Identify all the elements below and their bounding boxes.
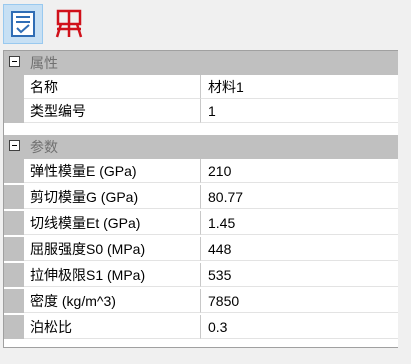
property-row[interactable]: 剪切模量G (GPa) 80.77 — [4, 185, 399, 209]
category-label: 属性 — [30, 55, 58, 71]
property-value[interactable]: 1.45 — [201, 211, 399, 235]
property-row[interactable]: 泊松比 0.3 — [4, 315, 399, 339]
property-row[interactable]: 切线模量Et (GPa) 1.45 — [4, 211, 399, 235]
collapse-icon[interactable] — [9, 140, 20, 151]
property-grid: 属性 名称 材料1 类型编号 1 参数 弹性模量E (GPa) 210 剪切模量… — [3, 50, 399, 348]
category-label: 参数 — [30, 139, 58, 155]
property-name: 类型编号 — [24, 99, 201, 123]
property-name: 弹性模量E (GPa) — [24, 159, 201, 183]
property-row[interactable]: 密度 (kg/m^3) 7850 — [4, 289, 399, 313]
property-name: 剪切模量G (GPa) — [24, 185, 201, 209]
property-row[interactable]: 类型编号 1 — [4, 99, 399, 123]
property-value[interactable]: 210 — [201, 159, 399, 183]
property-value[interactable]: 1 — [201, 99, 399, 123]
property-name: 名称 — [24, 75, 201, 99]
property-row[interactable]: 屈服强度S0 (MPa) 448 — [4, 237, 399, 261]
category-row-attributes[interactable]: 属性 — [4, 51, 399, 75]
property-view-icon — [11, 11, 35, 37]
property-value[interactable]: 7850 — [201, 289, 399, 313]
property-name: 切线模量Et (GPa) — [24, 211, 201, 235]
property-name: 拉伸极限S1 (MPa) — [24, 263, 201, 287]
property-value[interactable]: 80.77 — [201, 185, 399, 209]
property-row[interactable]: 名称 材料1 — [4, 75, 399, 99]
collapse-icon[interactable] — [9, 56, 20, 67]
property-row[interactable]: 弹性模量E (GPa) 210 — [4, 159, 399, 183]
category-row-parameters[interactable]: 参数 — [4, 135, 399, 159]
property-name: 泊松比 — [24, 315, 201, 339]
toolbar — [0, 0, 411, 46]
property-name: 屈服强度S0 (MPa) — [24, 237, 201, 261]
property-value[interactable]: 448 — [201, 237, 399, 261]
grid-right-edge — [398, 50, 411, 348]
property-value[interactable]: 535 — [201, 263, 399, 287]
property-view-button[interactable] — [3, 4, 43, 44]
property-value[interactable]: 材料1 — [201, 75, 399, 99]
red-structure-icon — [55, 9, 83, 38]
property-row[interactable]: 拉伸极限S1 (MPa) 535 — [4, 263, 399, 287]
property-name: 密度 (kg/m^3) — [24, 289, 201, 313]
property-value[interactable]: 0.3 — [201, 315, 399, 339]
structure-view-button[interactable] — [49, 4, 89, 44]
